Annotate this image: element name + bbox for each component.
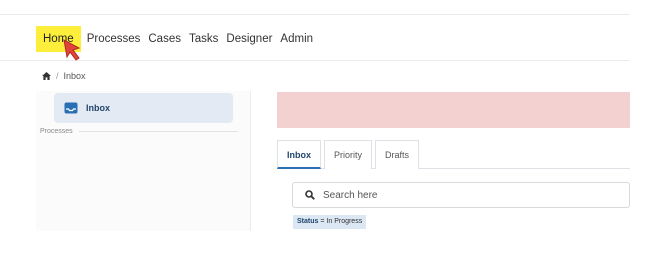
nav-admin[interactable]: Admin [276, 26, 317, 52]
nav-tasks[interactable]: Tasks [185, 26, 222, 52]
top-navbar: Home Processes Cases Tasks Designer Admi… [0, 14, 630, 61]
sidebar-item-inbox[interactable]: Inbox [54, 93, 233, 123]
search-icon [305, 190, 315, 200]
filter-value: In Progress [326, 218, 363, 225]
sidebar-item-label: Inbox [86, 103, 110, 113]
tab-inbox[interactable]: Inbox [277, 140, 321, 169]
inbox-icon [64, 102, 78, 114]
sidebar-section-processes: Processes [40, 125, 238, 137]
breadcrumb-separator: / [56, 71, 59, 81]
search-input[interactable] [323, 189, 603, 201]
breadcrumb-current[interactable]: Inbox [64, 71, 86, 81]
nav-cases[interactable]: Cases [144, 26, 185, 52]
tab-priority[interactable]: Priority [324, 140, 373, 169]
filter-key: Status [297, 218, 319, 225]
filter-operator: = [320, 218, 325, 225]
pointer-cursor-icon [63, 39, 81, 61]
tab-drafts[interactable]: Drafts [375, 140, 420, 169]
alert-banner [277, 92, 630, 128]
home-icon[interactable] [42, 72, 51, 80]
page-bottom [0, 231, 671, 258]
tab-bar: Inbox Priority Drafts [277, 140, 630, 169]
status-filter-chip[interactable]: Status = In Progress [293, 215, 367, 229]
nav-processes[interactable]: Processes [83, 26, 145, 52]
nav-designer[interactable]: Designer [222, 26, 276, 52]
search-box[interactable] [292, 182, 630, 208]
sidebar-divider [250, 91, 251, 231]
breadcrumb: / Inbox [42, 68, 86, 84]
sidebar-section-label: Processes [40, 127, 73, 135]
section-divider [78, 130, 238, 132]
